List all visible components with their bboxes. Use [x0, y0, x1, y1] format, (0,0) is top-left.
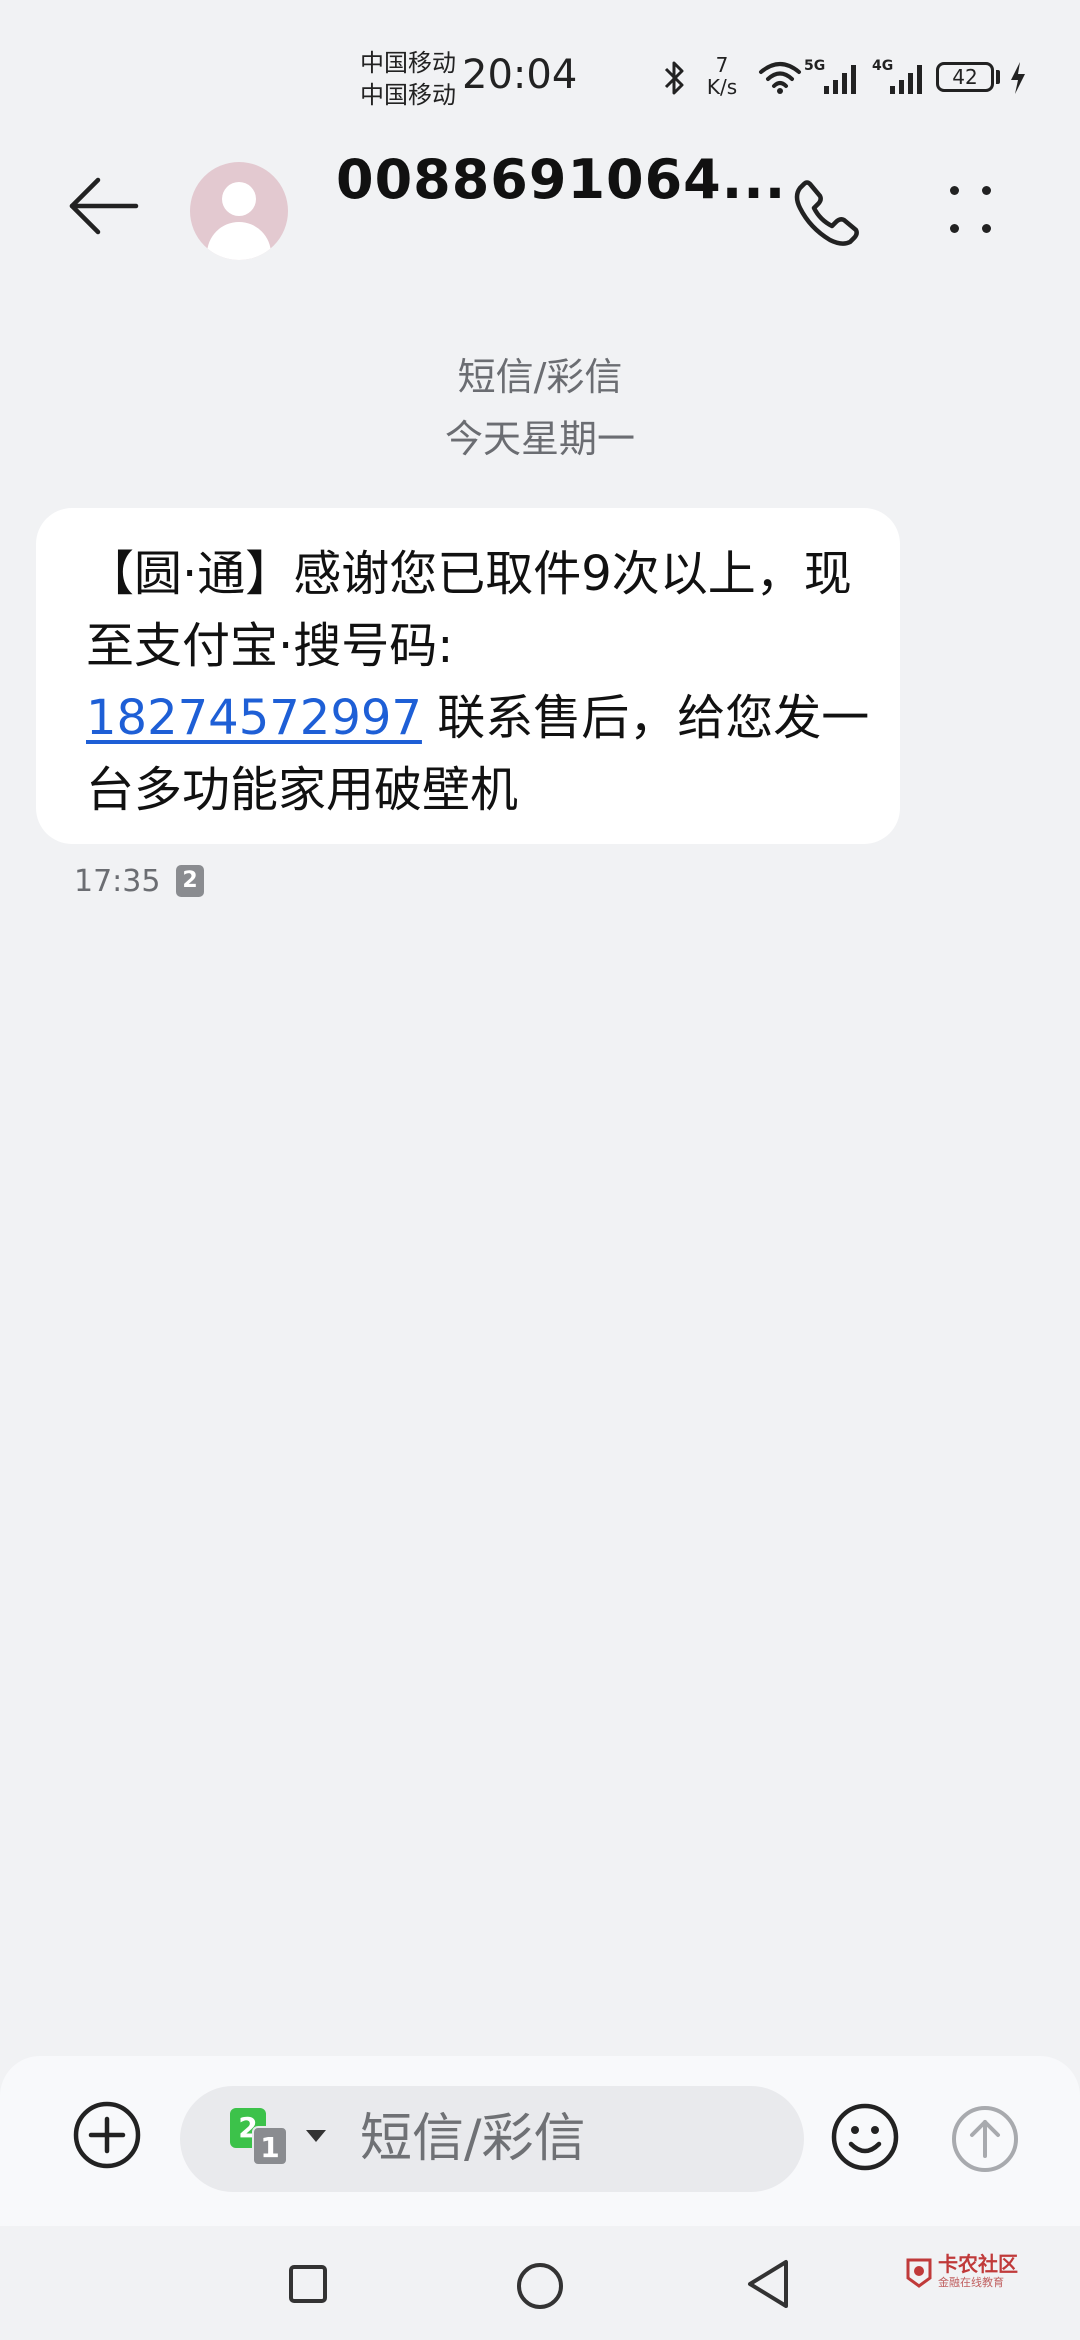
recents-button[interactable] — [288, 2264, 328, 2304]
carrier-label-2: 中国移动 — [360, 81, 456, 109]
signal-icon — [824, 65, 856, 94]
date-separator: 今天星期一 — [444, 417, 635, 461]
contact-title[interactable]: 0088691064... — [336, 148, 786, 211]
message-text: 【圆·通】感谢您已取件9次以上，现至支付宝·搜号码: 18274572997 联系… — [86, 538, 876, 826]
status-time: 20:04 — [462, 52, 578, 98]
chevron-down-icon — [306, 2130, 326, 2142]
carrier-label-1: 中国移动 — [360, 49, 456, 77]
message-bubble[interactable]: 【圆·通】感谢您已取件9次以上，现至支付宝·搜号码: 18274572997 联系… — [36, 508, 900, 844]
network-speed: 7 K/s — [702, 54, 742, 98]
sim-1-icon: 1 — [252, 2126, 288, 2166]
back-button[interactable] — [66, 176, 156, 236]
wifi-icon — [759, 62, 801, 94]
send-button[interactable] — [950, 2104, 1020, 2174]
avatar-head — [222, 182, 256, 216]
more-options-button[interactable] — [942, 178, 1002, 238]
phone-number-link[interactable]: 18274572997 — [86, 690, 422, 746]
message-input[interactable] — [360, 2108, 780, 2170]
nav-back-button[interactable] — [746, 2258, 790, 2310]
message-timestamp: 17:35 — [74, 864, 161, 899]
battery-icon: 42 — [936, 62, 994, 92]
speed-value: 7 — [715, 53, 729, 77]
watermark-title: 卡农社区 — [938, 2252, 1018, 2276]
dot — [982, 186, 991, 195]
watermark-subtitle: 金融在线教育 — [938, 2276, 1004, 2289]
message-type-label: 短信/彩信 — [457, 355, 623, 399]
dot — [950, 224, 959, 233]
message-input-container: 2 1 — [180, 2086, 804, 2192]
signal-icon — [890, 65, 922, 94]
dot — [982, 224, 991, 233]
watermark-logo: 卡农社区 金融在线教育 — [904, 2248, 1024, 2298]
speed-unit: K/s — [706, 75, 738, 99]
battery-cap — [996, 70, 1000, 84]
bluetooth-icon — [664, 61, 684, 95]
avatar[interactable] — [190, 162, 288, 260]
battery-level: 42 — [952, 65, 978, 89]
avatar-body — [207, 222, 271, 260]
emoji-button[interactable] — [830, 2102, 900, 2172]
sim-selector[interactable]: 2 1 — [230, 2108, 326, 2168]
charging-icon — [1011, 62, 1025, 94]
sim-badge: 2 — [176, 865, 204, 897]
add-attachment-button[interactable] — [72, 2100, 142, 2170]
dot — [950, 186, 959, 195]
status-bar: 中国移动 中国移动 20:04 7 K/s 5G 4G 42 — [0, 0, 1080, 150]
message-text-part: 【圆·通】感谢您已取件9次以上，现至支付宝·搜号码: — [86, 546, 852, 674]
phone-icon[interactable] — [792, 178, 862, 248]
home-button[interactable] — [516, 2262, 564, 2310]
watermark-icon — [906, 2258, 932, 2288]
